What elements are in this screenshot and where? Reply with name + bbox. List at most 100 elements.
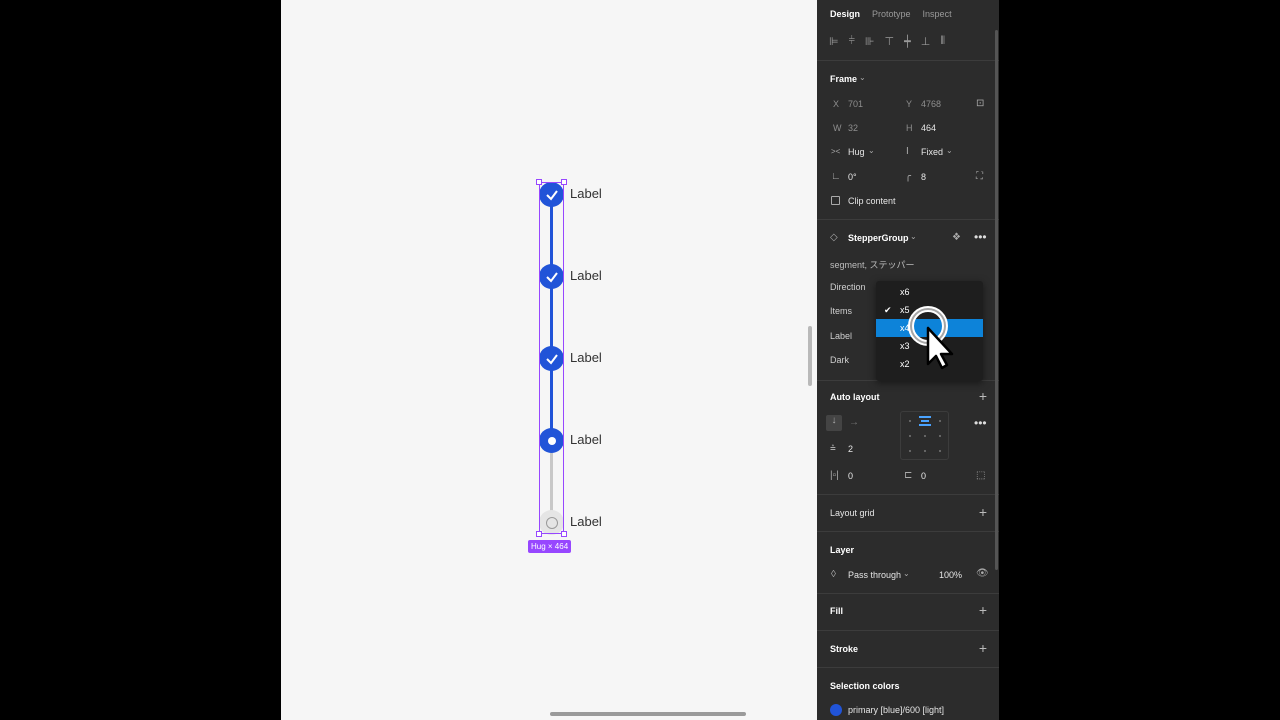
alignment-toolbar: ⊫ ⫩ ⊪ ⊤ ┿ ⊥ ⫴: [829, 35, 945, 48]
radius-field[interactable]: 8: [921, 172, 926, 182]
align-top-icon[interactable]: ⊤: [885, 35, 895, 48]
go-to-main-component-icon[interactable]: ❖: [952, 232, 961, 243]
opacity-field[interactable]: 100%: [939, 570, 962, 580]
step-label: Label: [570, 350, 602, 365]
check-icon: ✔: [884, 305, 892, 315]
divider: [817, 667, 999, 668]
grid-dot: [924, 435, 926, 437]
direction-horizontal-icon[interactable]: →: [849, 417, 859, 428]
y-label: Y: [906, 99, 913, 109]
resize-handle[interactable]: [536, 179, 542, 185]
component-description: segment, ステッパー: [830, 260, 915, 270]
mouse-cursor-icon: [908, 306, 954, 370]
home-indicator: [550, 712, 746, 716]
align-indicator-icon: [919, 424, 931, 426]
divider: [817, 494, 999, 495]
chevron-down-icon[interactable]: ⌄: [859, 73, 866, 82]
vertical-resize-icon: I: [906, 146, 909, 157]
chevron-down-icon[interactable]: ⌄: [868, 146, 875, 155]
padding-vertical-field[interactable]: 0: [921, 471, 926, 481]
vertical-padding-icon: ⊏: [904, 470, 913, 481]
chevron-down-icon[interactable]: ⌄: [910, 232, 917, 241]
rotation-field[interactable]: 0°: [848, 172, 857, 182]
frame-title[interactable]: Frame: [830, 74, 857, 84]
prop-items-label: Items: [830, 306, 853, 316]
prop-label-label: Label: [830, 331, 853, 341]
resize-handle[interactable]: [536, 531, 542, 537]
constraints-icon[interactable]: ⊡: [976, 98, 984, 109]
rotation-icon: ∟: [831, 171, 841, 182]
align-right-icon[interactable]: ⊪: [865, 35, 875, 48]
x-label: X: [833, 99, 840, 109]
resize-handle[interactable]: [561, 179, 567, 185]
corner-radius-icon: ╭: [905, 171, 912, 182]
fill-title: Fill: [830, 606, 843, 616]
align-left-icon[interactable]: ⊫: [829, 35, 839, 48]
auto-layout-title: Auto layout: [830, 392, 880, 402]
align-middle-v-icon[interactable]: ┿: [904, 35, 911, 48]
plus-icon[interactable]: +: [979, 641, 987, 655]
horizontal-padding-icon: |▫|: [830, 470, 839, 481]
step-label: Label: [570, 514, 602, 529]
grid-dot: [924, 450, 926, 452]
h-label: H: [906, 123, 913, 133]
y-field[interactable]: 4768: [921, 99, 941, 109]
plus-icon[interactable]: +: [979, 505, 987, 519]
layout-grid-title: Layout grid: [830, 508, 875, 518]
alignment-grid[interactable]: [900, 411, 949, 460]
layer-title: Layer: [830, 545, 855, 555]
w-field[interactable]: 32: [848, 123, 858, 133]
chevron-down-icon[interactable]: ⌄: [946, 146, 953, 155]
horizontal-sizing-select[interactable]: Hug: [848, 147, 865, 157]
vertical-sizing-select[interactable]: Fixed: [921, 147, 943, 157]
selection-box[interactable]: [539, 182, 564, 534]
spacing-icon: ⩮: [830, 443, 836, 454]
clip-content-checkbox[interactable]: [831, 196, 840, 205]
option-label: x6: [900, 287, 910, 297]
prop-dark-label: Dark: [830, 355, 850, 365]
canvas-scrollbar[interactable]: [808, 326, 812, 386]
grid-dot: [909, 435, 911, 437]
component-name[interactable]: StepperGroup: [848, 233, 909, 243]
tab-design[interactable]: Design: [830, 9, 860, 19]
panel-tabs: Design Prototype Inspect: [830, 9, 952, 19]
align-indicator-icon: [919, 416, 931, 418]
dropdown-option[interactable]: x6: [876, 283, 983, 301]
blend-mode-icon: ◊: [831, 569, 836, 580]
individual-padding-icon[interactable]: ⬚: [976, 470, 985, 481]
distribute-icon[interactable]: ⫴: [940, 35, 945, 48]
color-swatch[interactable]: [830, 704, 842, 716]
direction-vertical-icon[interactable]: ↓: [826, 415, 842, 431]
blend-mode-select[interactable]: Pass through: [848, 570, 901, 580]
tab-prototype[interactable]: Prototype: [872, 9, 911, 19]
x-field[interactable]: 701: [848, 99, 863, 109]
align-center-h-icon[interactable]: ⫩: [849, 35, 855, 48]
independent-corners-icon[interactable]: ⛶: [976, 171, 983, 182]
selection-colors-title: Selection colors: [830, 681, 900, 691]
plus-icon[interactable]: +: [979, 603, 987, 617]
align-bottom-icon[interactable]: ⊥: [921, 35, 931, 48]
stroke-title: Stroke: [830, 644, 859, 654]
tab-inspect[interactable]: Inspect: [923, 9, 952, 19]
chevron-down-icon[interactable]: ⌄: [903, 569, 910, 578]
step-label: Label: [570, 432, 602, 447]
more-options-icon[interactable]: •••: [974, 230, 987, 244]
selection-color-name[interactable]: primary [blue]/600 [light]: [848, 705, 944, 715]
eye-icon[interactable]: 👁: [976, 568, 989, 579]
divider: [817, 60, 999, 61]
plus-icon[interactable]: +: [979, 389, 987, 403]
clip-content-label: Clip content: [848, 196, 896, 206]
grid-dot: [909, 450, 911, 452]
gap-field[interactable]: 2: [848, 444, 853, 454]
align-indicator-icon: [921, 420, 929, 422]
grid-dot: [909, 420, 911, 422]
prop-direction-label: Direction: [830, 282, 866, 292]
divider: [817, 219, 999, 220]
h-field[interactable]: 464: [921, 123, 936, 133]
divider: [817, 531, 999, 532]
padding-horizontal-field[interactable]: 0: [848, 471, 853, 481]
divider: [817, 630, 999, 631]
resize-handle[interactable]: [561, 531, 567, 537]
more-options-icon[interactable]: •••: [974, 416, 987, 430]
panel-scrollbar[interactable]: [995, 30, 998, 570]
